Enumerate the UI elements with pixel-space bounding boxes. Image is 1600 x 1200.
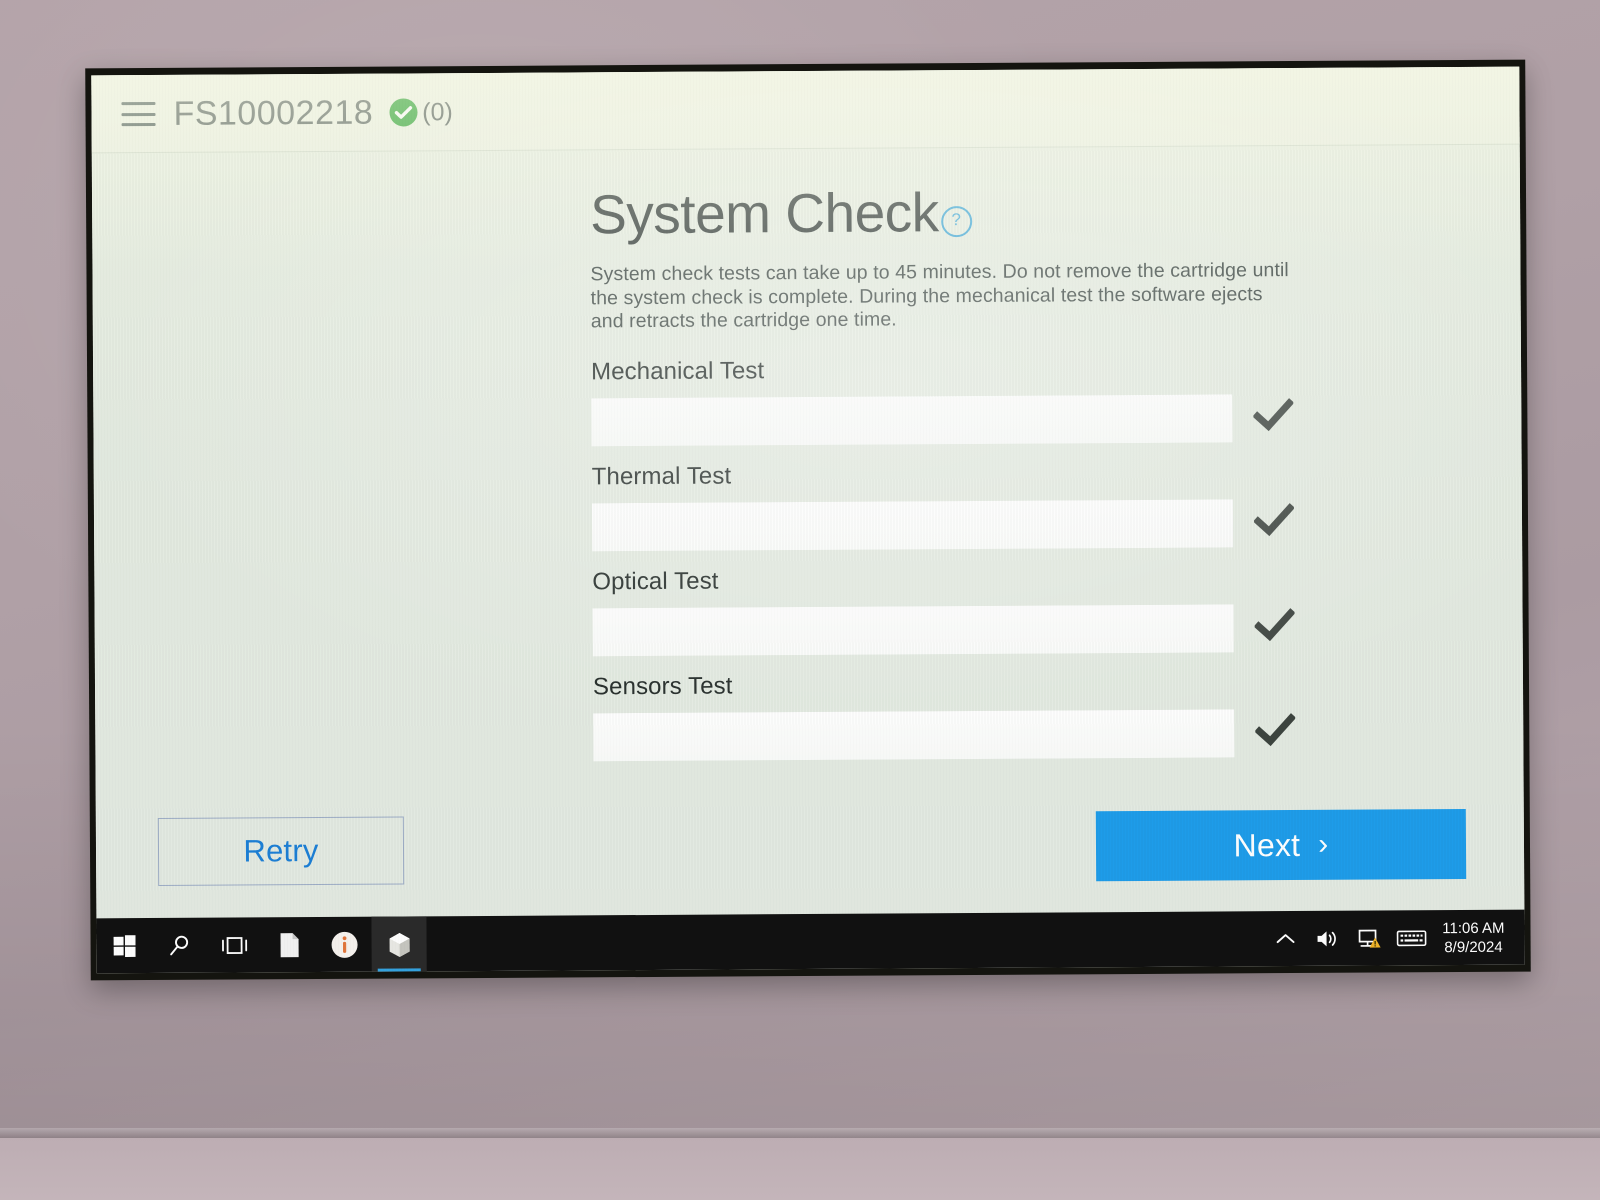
file-explorer-button[interactable] xyxy=(261,917,316,972)
monitor-screen: FS10002218 (0) System Check ? System che… xyxy=(91,66,1525,974)
desk-surface xyxy=(0,1138,1600,1200)
help-question-icon[interactable]: ? xyxy=(940,205,972,238)
page-title: System Check xyxy=(589,181,939,246)
check-glyph xyxy=(394,106,412,119)
test-label: Optical Test xyxy=(592,567,719,595)
page-description: System check tests can take up to 45 min… xyxy=(590,259,1289,333)
orange-info-circle-icon xyxy=(331,931,358,958)
test-label: Mechanical Test xyxy=(591,356,765,385)
page-title-row: System Check ? xyxy=(589,167,1520,246)
task-view-icon xyxy=(221,936,247,954)
test-progress-fill xyxy=(591,393,1233,446)
check-glyph xyxy=(1253,608,1296,642)
touch-keyboard-button[interactable] xyxy=(1390,910,1432,965)
app-header-bar: FS10002218 (0) xyxy=(91,66,1520,154)
test-progress-bar xyxy=(591,498,1234,551)
test-row: Thermal Test xyxy=(592,457,1523,551)
taskbar-apps xyxy=(96,916,427,973)
task-view-button[interactable] xyxy=(206,917,261,972)
clock-time: 11:06 AM xyxy=(1442,919,1505,937)
volume-button[interactable] xyxy=(1306,911,1348,966)
checkmark-icon xyxy=(1252,398,1295,437)
next-button[interactable]: Next › xyxy=(1095,808,1467,882)
checkmark-icon xyxy=(1253,503,1295,542)
test-label: Sensors Test xyxy=(592,671,733,700)
start-button[interactable] xyxy=(96,918,151,973)
retry-button[interactable]: Retry xyxy=(157,816,405,886)
test-row: Optical Test xyxy=(592,562,1523,656)
speaker-icon xyxy=(1317,930,1336,946)
search-icon xyxy=(169,935,188,955)
hamburger-line xyxy=(121,122,156,127)
test-progress-row xyxy=(592,602,1523,656)
test-progress-row xyxy=(591,497,1522,551)
system-check-application: FS10002218 (0) System Check ? System che… xyxy=(91,66,1525,919)
chevron-right-icon: › xyxy=(1318,827,1329,861)
page-content: System Check ? System check tests can ta… xyxy=(92,145,1524,764)
hamburger-menu-icon[interactable] xyxy=(121,101,156,127)
system-tray: 11:06 AM 8/9/2024 xyxy=(1264,910,1525,967)
windows-taskbar: 11:06 AM 8/9/2024 xyxy=(96,909,1525,974)
check-glyph xyxy=(1254,713,1297,747)
show-hidden-icons-button[interactable] xyxy=(1264,911,1306,966)
monitor-lower-bezel xyxy=(0,1128,1600,1138)
windows-logo-icon xyxy=(113,934,136,957)
device-id-label: FS10002218 xyxy=(173,93,374,133)
monitor-frame: FS10002218 (0) System Check ? System che… xyxy=(85,59,1531,981)
hamburger-line xyxy=(121,101,156,106)
cartridge-app-icon xyxy=(389,932,410,957)
instrument-app-button[interactable] xyxy=(371,916,427,972)
checkmark-icon xyxy=(1253,608,1296,647)
test-progress-fill xyxy=(591,498,1234,551)
taskbar-spacer xyxy=(427,939,1265,944)
green-check-circle-icon[interactable] xyxy=(389,98,418,127)
network-button[interactable] xyxy=(1348,910,1390,965)
chevron-up-icon xyxy=(1276,933,1295,943)
check-glyph xyxy=(1253,503,1295,537)
footer-actions: Retry Next › xyxy=(96,800,1525,919)
test-label: Thermal Test xyxy=(591,461,732,490)
network-warning-icon xyxy=(1358,929,1381,948)
check-glyph xyxy=(1252,398,1295,432)
info-app-button[interactable] xyxy=(316,917,371,972)
search-button[interactable] xyxy=(151,918,206,973)
taskbar-clock[interactable]: 11:06 AM 8/9/2024 xyxy=(1432,918,1516,957)
photographed-monitor-scene: FS10002218 (0) System Check ? System che… xyxy=(0,0,1600,1200)
test-row: Mechanical Test xyxy=(591,352,1522,446)
next-button-label: Next xyxy=(1233,826,1301,863)
test-progress-bar xyxy=(592,603,1234,656)
keyboard-icon xyxy=(1396,929,1427,946)
test-progress-bar xyxy=(591,393,1233,446)
test-list: Mechanical Test Thermal Test Optical Tes… xyxy=(591,352,1523,761)
test-progress-row xyxy=(593,707,1523,761)
test-progress-row xyxy=(591,392,1521,446)
document-icon xyxy=(280,932,299,957)
test-progress-fill xyxy=(593,708,1235,761)
alarm-count-label: (0) xyxy=(422,97,453,126)
checkmark-icon xyxy=(1254,713,1297,752)
test-progress-bar xyxy=(593,708,1235,761)
clock-date: 8/9/2024 xyxy=(1444,938,1503,956)
test-row: Sensors Test xyxy=(593,667,1524,761)
test-progress-fill xyxy=(592,603,1234,656)
hamburger-line xyxy=(121,112,156,116)
